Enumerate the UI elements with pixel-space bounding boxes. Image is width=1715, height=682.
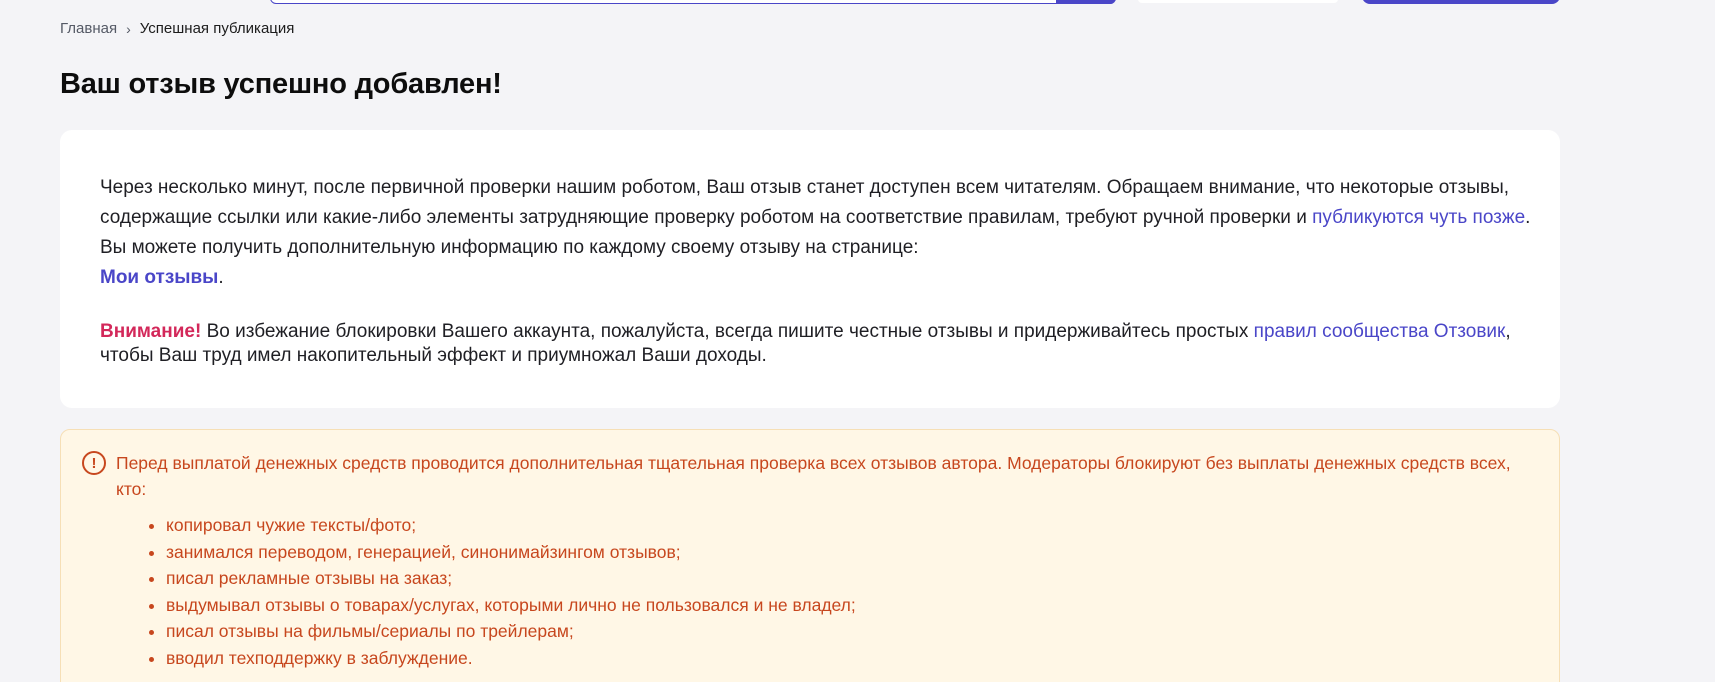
info-text-part: Через несколько минут, после первичной п…	[100, 177, 1510, 228]
warning-list-item: выдумывал отзывы о товарах/услугах, кото…	[166, 592, 1519, 619]
breadcrumb-separator: ›	[126, 21, 131, 37]
attention-label: Внимание!	[100, 321, 202, 342]
warning-list-item: писал рекламные отзывы на заказ;	[166, 565, 1519, 592]
warning-list-item: занимался переводом, генерацией, синоним…	[166, 539, 1519, 566]
published-later-link[interactable]: публикуются чуть позже	[1312, 207, 1525, 228]
attention-text: Внимание! Во избежание блокировки Вашего…	[100, 320, 1540, 368]
my-reviews-link[interactable]: Мои отзывы	[100, 267, 218, 288]
warning-list: копировал чужие тексты/фото; занимался п…	[116, 512, 1519, 671]
search-button[interactable]	[1056, 0, 1116, 4]
community-rules-link[interactable]: правил сообщества Отзовик	[1254, 321, 1506, 342]
breadcrumb-current: Успешная публикация	[139, 20, 295, 37]
warning-list-item: вводил техподдержку в заблуждение.	[166, 645, 1519, 672]
payout-warning-card: ! Перед выплатой денежных средств провод…	[60, 429, 1560, 682]
success-info-card: Через несколько минут, после первичной п…	[60, 130, 1560, 408]
warning-list-item: копировал чужие тексты/фото;	[166, 512, 1519, 539]
breadcrumb: Главная › Успешная публикация	[60, 20, 294, 38]
warning-list-item: писал отзывы на фильмы/сериалы по трейле…	[166, 618, 1519, 645]
info-text: Через несколько минут, после первичной п…	[100, 173, 1540, 293]
exclamation-circle-icon: !	[82, 451, 106, 475]
page-title: Ваш отзыв успешно добавлен!	[60, 68, 502, 100]
header-action-button[interactable]	[1362, 0, 1560, 4]
breadcrumb-home-link[interactable]: Главная	[60, 20, 117, 38]
header-field[interactable]	[1138, 0, 1338, 3]
search-input[interactable]	[270, 0, 1116, 4]
attention-text-part: Во избежание блокировки Вашего аккаунта,…	[201, 321, 1254, 342]
page: Главная › Успешная публикация Ваш отзыв …	[0, 0, 1715, 682]
warning-text: Перед выплатой денежных средств проводит…	[116, 453, 1511, 499]
info-text-part: .	[218, 267, 224, 288]
